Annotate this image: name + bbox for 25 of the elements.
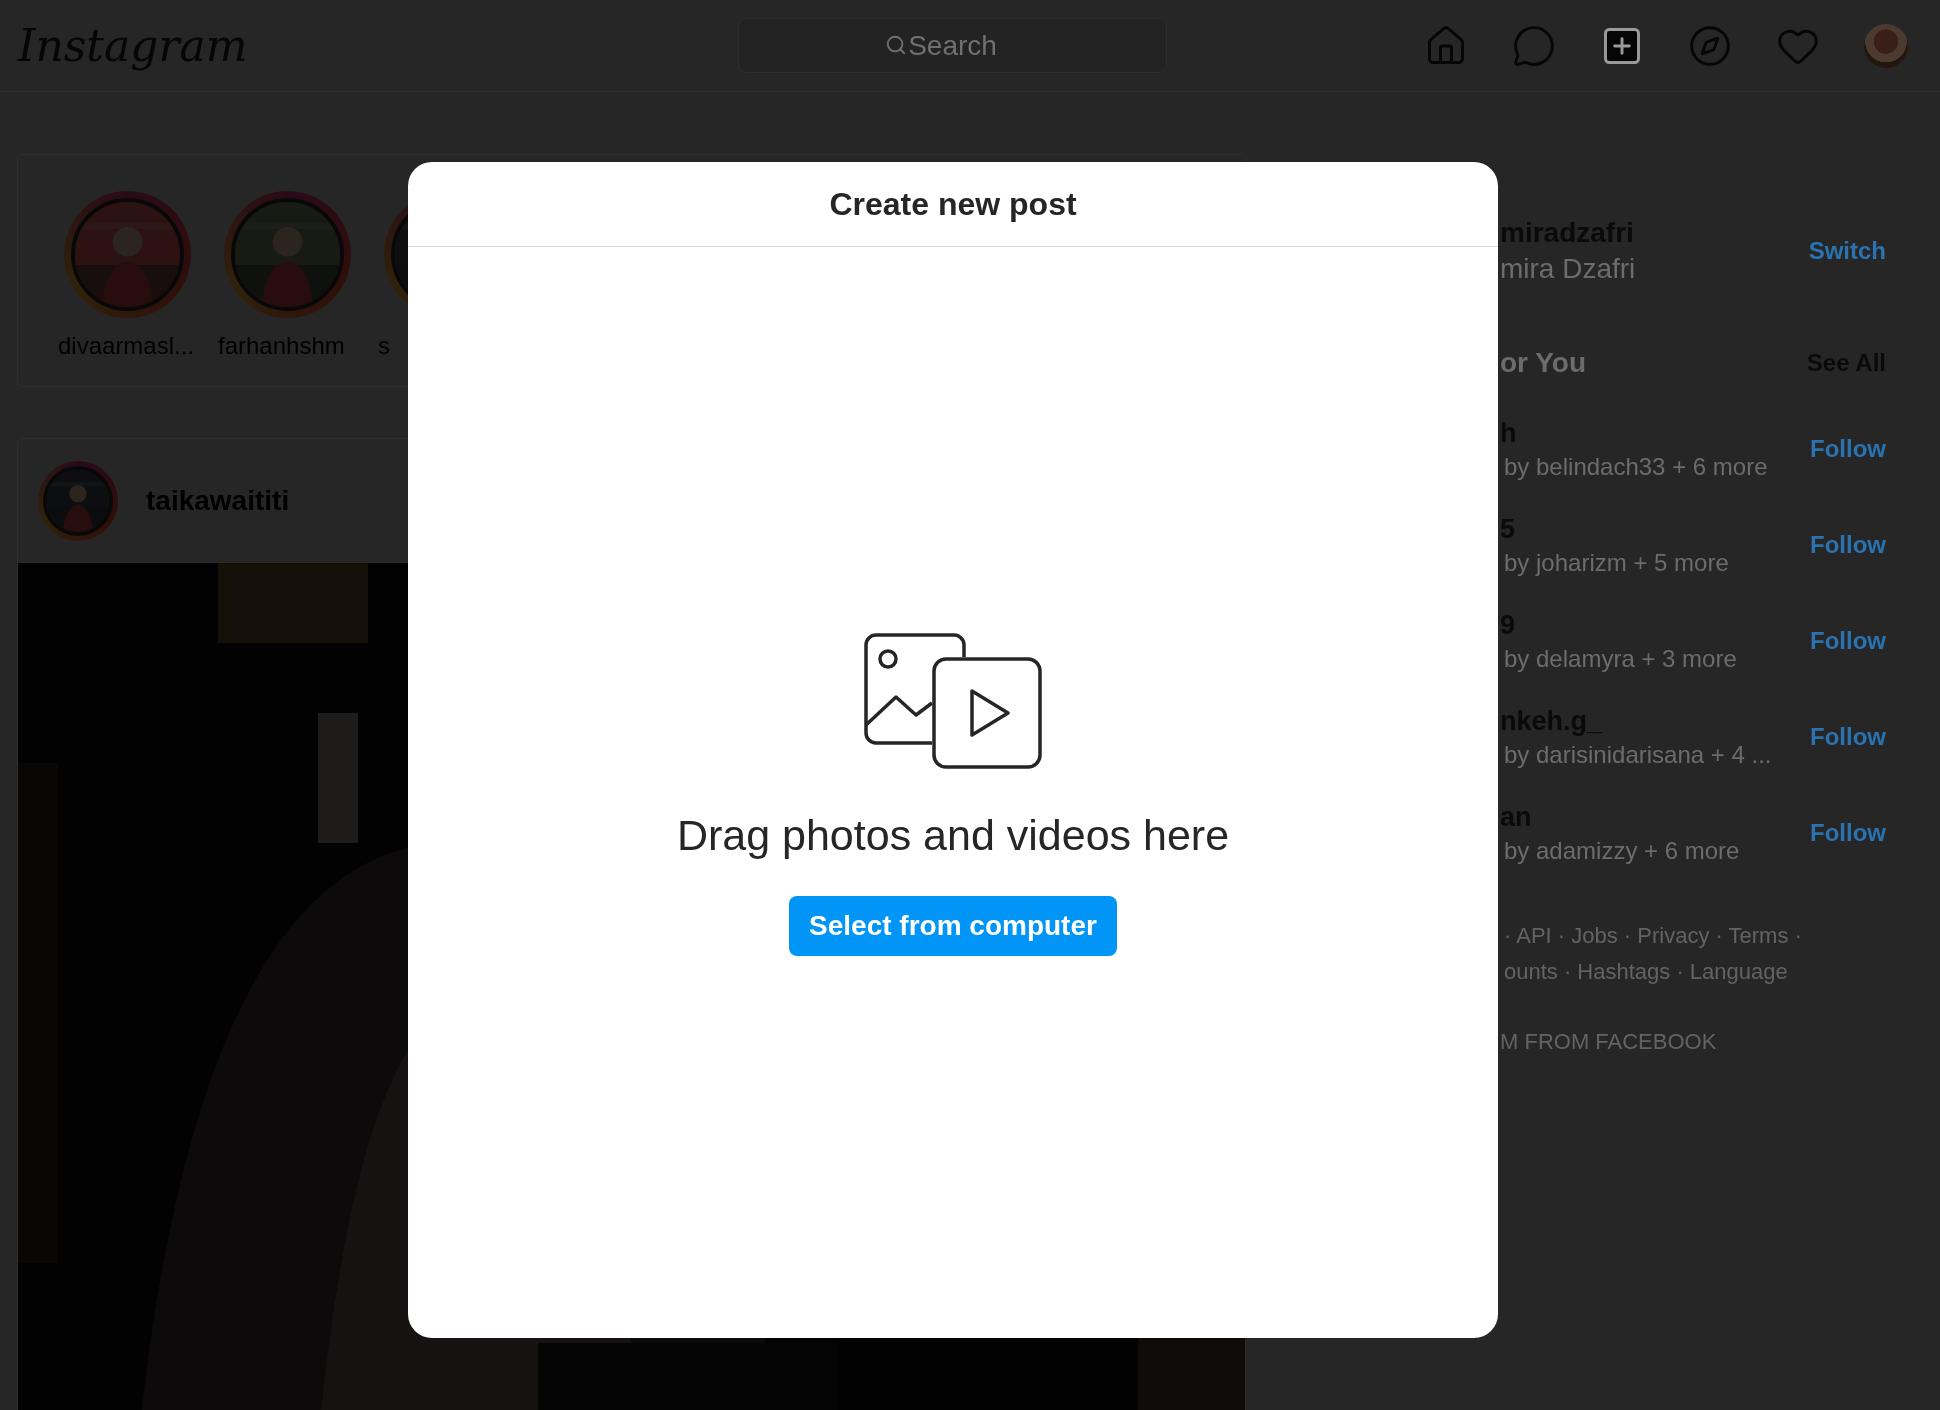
follow-link[interactable]: Follow [1810, 819, 1886, 847]
compass-icon[interactable] [1688, 23, 1732, 68]
profile-full-name: mira Dzafri [1500, 253, 1636, 285]
suggestions-title: or You [1500, 347, 1587, 379]
search-icon [885, 34, 907, 56]
copyright-text: M FROM FACEBOOK [1500, 1029, 1718, 1055]
photo-video-icon [862, 631, 1044, 771]
dialog-title: Create new post [829, 185, 1077, 223]
select-from-computer-button[interactable]: Select from computer [789, 896, 1117, 956]
followed-by-text: by darisinidarisana + 4 ... [1503, 740, 1772, 769]
follow-link[interactable]: Follow [1810, 435, 1886, 463]
followed-by-text: by adamizzy + 6 more [1503, 836, 1740, 865]
follow-link[interactable]: Follow [1810, 723, 1886, 751]
footer-links[interactable]: · API · Jobs · Privacy · Terms · [1500, 923, 1886, 949]
followed-by-text: by joharizm + 5 more [1503, 548, 1729, 577]
follow-link[interactable]: Follow [1810, 531, 1886, 559]
followed-by-text: by delamyra + 3 more [1503, 644, 1737, 673]
chat-bubble-icon[interactable] [1512, 23, 1556, 68]
switch-link[interactable]: Switch [1808, 237, 1886, 265]
follow-link[interactable]: Follow [1810, 627, 1886, 655]
followed-by-text: by belindach33 + 6 more [1503, 452, 1768, 481]
footer-links[interactable]: ounts · Hashtags · Language [1500, 959, 1886, 985]
search-field[interactable]: Search [738, 18, 1167, 73]
drag-prompt: Drag photos and videos here [676, 811, 1230, 860]
profile-avatar[interactable] [1864, 23, 1908, 68]
